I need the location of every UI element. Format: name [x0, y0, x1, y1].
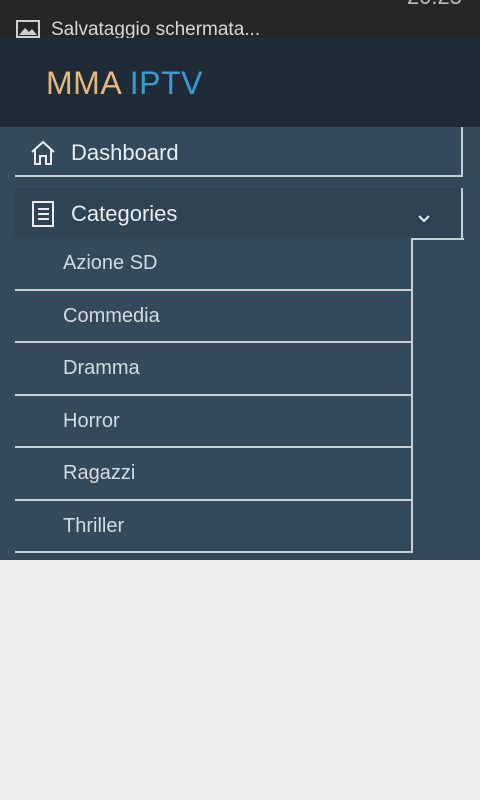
submenu-item[interactable]: Commedia: [15, 290, 413, 343]
brand-part2: IPTV: [129, 65, 203, 101]
categories-submenu: Azione SD Commedia Dramma Horror Ragazzi…: [15, 238, 413, 553]
clock: 20:25: [407, 0, 462, 10]
app-header: MMA IPTV: [0, 38, 480, 127]
list-icon: [32, 201, 54, 227]
side-menu: Dashboard Categories Azione SD Commedia …: [0, 127, 480, 560]
submenu-item[interactable]: Thriller: [15, 500, 413, 553]
brand-part1: MMA: [46, 65, 121, 101]
home-icon: [31, 140, 55, 165]
notification-text: Salvataggio schermata...: [51, 19, 261, 38]
nav-label-categories: Categories: [71, 201, 178, 226]
submenu-item-label: Dramma: [63, 357, 140, 379]
app-logo: MMA IPTV: [46, 65, 203, 102]
nav-item-categories[interactable]: Categories: [15, 188, 463, 238]
submenu-item[interactable]: Azione SD: [15, 238, 413, 291]
divider: [411, 238, 464, 240]
submenu-item-label: Ragazzi: [63, 462, 136, 484]
nav-item-dashboard[interactable]: Dashboard: [15, 127, 463, 177]
submenu-item[interactable]: Dramma: [15, 343, 413, 396]
submenu-item-label: Horror: [63, 409, 120, 432]
submenu-item-label: Commedia: [63, 304, 160, 327]
nav-label-dashboard: Dashboard: [71, 140, 179, 165]
chevron-down-icon[interactable]: [417, 214, 431, 224]
image-icon: [16, 20, 40, 38]
submenu-item[interactable]: Horror: [15, 395, 413, 448]
submenu-item[interactable]: Ragazzi: [15, 448, 413, 501]
submenu-item-label: Thriller: [63, 514, 125, 537]
status-bar: Salvataggio schermata... 20:25: [0, 0, 480, 38]
submenu-item-label: Azione SD: [63, 252, 158, 274]
